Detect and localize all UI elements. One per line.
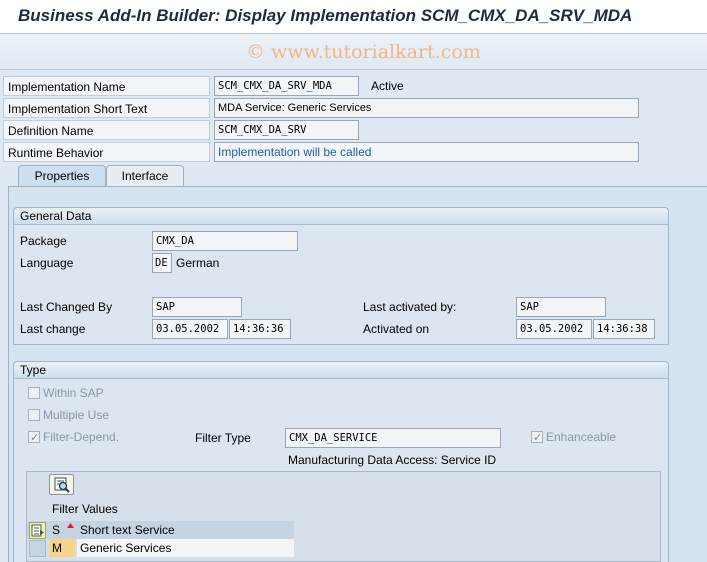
language-label: Language	[20, 256, 74, 270]
select-all-button[interactable]	[29, 522, 46, 539]
general-data-group: General Data Package CMX_DA Language DE …	[13, 207, 669, 345]
last-change-time-field[interactable]: 14:36:36	[229, 319, 291, 339]
filter-depend-label: Filter-Depend.	[43, 430, 120, 444]
within-sap-checkbox[interactable]: Within SAP	[28, 384, 104, 402]
activated-on-date-field[interactable]: 03.05.2002	[516, 319, 592, 339]
multiple-use-box[interactable]	[28, 409, 40, 421]
tab-interface[interactable]: Interface	[106, 165, 184, 187]
column-header-short-text[interactable]: Short text Service	[77, 521, 294, 539]
last-activated-by-label: Last activated by:	[363, 300, 457, 314]
filter-depend-checkbox[interactable]: Filter-Depend.	[28, 428, 120, 447]
impl-name-label: Implementation Name	[3, 76, 210, 96]
def-name-field[interactable]: SCM_CMX_DA_SRV	[214, 120, 359, 140]
tab-properties[interactable]: Properties	[18, 165, 106, 187]
impl-status: Active	[371, 79, 404, 93]
watermark: © www.tutorialkart.com	[246, 41, 481, 63]
enhanceable-label: Enhanceable	[546, 430, 617, 444]
activated-on-label: Activated on	[363, 322, 430, 336]
window-title: Business Add-In Builder: Display Impleme…	[18, 6, 633, 25]
select-all-icon	[31, 524, 44, 537]
row-text-cell[interactable]: Generic Services	[77, 539, 294, 557]
filter-values-title: Filter Values	[52, 502, 118, 516]
last-activated-by-field[interactable]: SAP	[516, 297, 606, 317]
general-data-title: General Data	[14, 208, 668, 225]
title-bar: Business Add-In Builder: Display Impleme…	[0, 0, 707, 34]
filter-type-label: Filter Type	[195, 431, 251, 445]
row-code-cell[interactable]: M	[49, 539, 75, 557]
within-sap-box[interactable]	[28, 387, 40, 399]
row-selector[interactable]	[29, 540, 46, 557]
multiple-use-label: Multiple Use	[43, 408, 110, 422]
language-name: German	[176, 256, 220, 270]
sort-up-icon[interactable]	[67, 523, 74, 528]
within-sap-label: Within SAP	[43, 386, 104, 400]
package-field[interactable]: CMX_DA	[152, 231, 298, 251]
filter-type-field[interactable]: CMX_DA_SERVICE	[285, 428, 501, 448]
last-changed-by-label: Last Changed By	[20, 300, 113, 314]
short-text-label: Implementation Short Text	[3, 98, 210, 118]
runtime-label: Runtime Behavior	[3, 142, 210, 162]
last-change-label: Last change	[20, 322, 86, 336]
impl-name-field[interactable]: SCM_CMX_DA_SRV_MDA	[214, 76, 359, 96]
enhanceable-checkbox[interactable]: Enhanceable	[531, 428, 617, 447]
content-area: Implementation Name SCM_CMX_DA_SRV_MDA A…	[0, 70, 707, 562]
filter-type-description: Manufacturing Data Access: Service ID	[288, 453, 497, 467]
last-change-date-field[interactable]: 03.05.2002	[152, 319, 228, 339]
last-changed-by-field[interactable]: SAP	[152, 297, 242, 317]
filter-depend-box[interactable]	[28, 429, 40, 447]
def-name-label: Definition Name	[3, 120, 210, 140]
activated-on-time-field[interactable]: 14:36:38	[593, 319, 655, 339]
detail-button[interactable]	[49, 474, 74, 495]
detail-icon	[54, 477, 70, 493]
multiple-use-checkbox[interactable]: Multiple Use	[28, 406, 109, 424]
application-toolbar: © www.tutorialkart.com	[0, 34, 707, 70]
filter-values-table: Filter Values S Short text Service M Gen…	[26, 471, 661, 562]
language-code-field[interactable]: DE	[152, 253, 172, 273]
package-label: Package	[20, 234, 67, 248]
short-text-field[interactable]: MDA Service: Generic Services	[214, 98, 639, 118]
runtime-field[interactable]: Implementation will be called	[214, 142, 639, 162]
type-title: Type	[14, 362, 668, 379]
enhanceable-box[interactable]	[531, 429, 543, 447]
